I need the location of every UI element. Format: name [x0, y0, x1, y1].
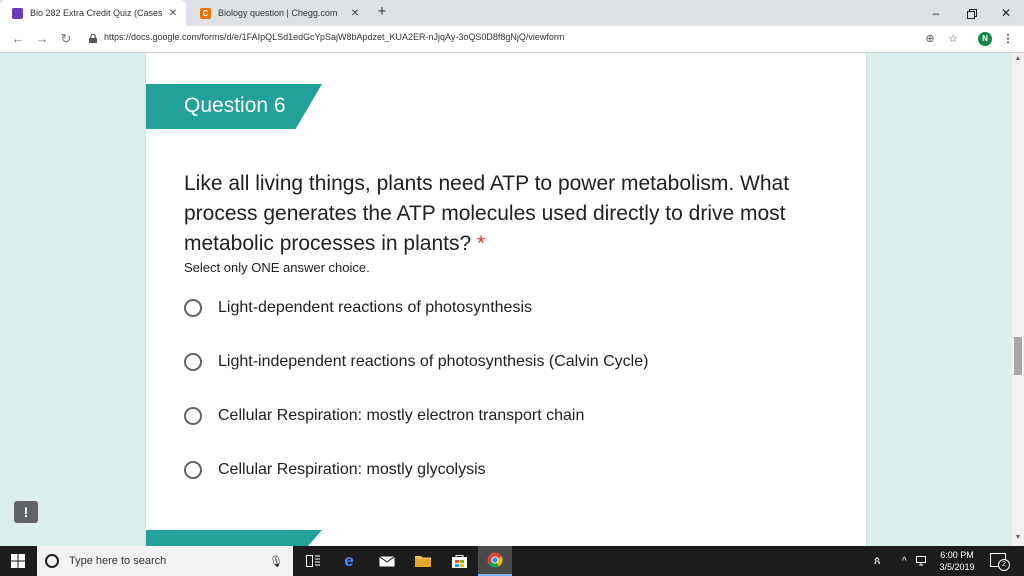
browser-toolbar: ← → ↻ https://docs.google.com/forms/d/e/…	[0, 26, 1024, 53]
radio-button[interactable]	[184, 407, 202, 425]
tab-strip: Bio 282 Extra Credit Quiz (Cases ✕ C Bio…	[0, 0, 1024, 26]
close-tab-icon[interactable]: ✕	[166, 8, 180, 19]
bookmark-star-icon[interactable]: ☆	[945, 31, 961, 47]
restore-icon	[967, 8, 977, 19]
store-icon	[451, 555, 467, 568]
show-hidden-icons-icon[interactable]: ^	[902, 546, 907, 576]
forward-button[interactable]: →	[34, 31, 50, 47]
radio-button[interactable]	[184, 353, 202, 371]
system-clock[interactable]: 6:00 PM 3/5/2019	[926, 549, 988, 573]
address-bar[interactable]: https://docs.google.com/forms/d/e/1FAIpQ…	[104, 32, 564, 42]
back-button[interactable]: ←	[10, 31, 26, 47]
restore-button[interactable]	[954, 0, 990, 26]
minimize-button[interactable]: –	[918, 0, 954, 26]
taskbar: Type here to search 🎙 e ጰ ^ 6:00 PM 3/5/…	[0, 546, 1024, 576]
question-body: Like all living things, plants need ATP …	[184, 172, 790, 255]
option-light-independent[interactable]: Light-independent reactions of photosynt…	[184, 350, 648, 374]
mail-button[interactable]	[370, 546, 404, 576]
page-viewport: Question 6 Like all living things, plant…	[0, 53, 1012, 546]
option-light-dependent[interactable]: Light-dependent reactions of photosynthe…	[184, 296, 532, 320]
start-button[interactable]	[0, 546, 36, 576]
cortana-icon	[45, 554, 59, 568]
option-label: Cellular Respiration: mostly glycolysis	[218, 461, 486, 478]
menu-icon[interactable]: ⋮	[1000, 31, 1016, 47]
chrome-icon	[487, 552, 503, 568]
option-label: Light-independent reactions of photosynt…	[218, 353, 649, 370]
scroll-down-arrow-icon[interactable]: ▼	[1012, 534, 1024, 544]
question-text: Like all living things, plants need ATP …	[184, 169, 824, 259]
edge-button[interactable]: e	[332, 546, 366, 576]
close-tab-icon[interactable]: ✕	[348, 8, 362, 19]
search-placeholder: Type here to search	[69, 555, 167, 567]
clock-time: 6:00 PM	[940, 550, 974, 560]
radio-button[interactable]	[184, 461, 202, 479]
lock-icon	[89, 34, 97, 43]
zoom-icon[interactable]: ⊕	[922, 31, 938, 47]
feedback-button[interactable]: !	[14, 501, 38, 523]
tab-title: Bio 282 Extra Credit Quiz (Cases	[30, 8, 163, 18]
reload-button[interactable]: ↻	[58, 31, 74, 47]
required-marker: *	[477, 232, 486, 255]
notification-count: 2	[998, 559, 1010, 571]
windows-icon	[11, 554, 25, 568]
folder-icon	[415, 556, 431, 567]
people-icon[interactable]: ጰ	[874, 546, 881, 576]
chegg-icon: C	[200, 7, 211, 19]
tab-quiz[interactable]: Bio 282 Extra Credit Quiz (Cases ✕	[0, 0, 186, 26]
profile-avatar[interactable]: N	[978, 32, 992, 46]
task-view-icon	[306, 555, 320, 567]
clock-date: 3/5/2019	[939, 562, 975, 572]
tab-title: Biology question | Chegg.com	[218, 8, 338, 18]
option-glycolysis[interactable]: Cellular Respiration: mostly glycolysis	[184, 458, 486, 482]
taskbar-search-box[interactable]: Type here to search 🎙	[37, 546, 293, 576]
help-text: Select only ONE answer choice.	[184, 260, 370, 275]
chrome-button[interactable]	[478, 546, 512, 576]
option-label: Cellular Respiration: mostly electron tr…	[218, 407, 585, 424]
microphone-icon[interactable]: 🎙	[269, 555, 283, 568]
scroll-up-arrow-icon[interactable]: ▲	[1012, 55, 1024, 65]
mail-icon	[379, 555, 395, 566]
next-question-banner	[146, 530, 322, 546]
scrollbar[interactable]: ▲ ▼	[1012, 53, 1024, 546]
question-header: Question 6	[184, 94, 286, 117]
question-header-banner: Question 6	[146, 84, 322, 129]
question-card: Question 6 Like all living things, plant…	[146, 53, 866, 546]
new-tab-button[interactable]: +	[374, 4, 390, 20]
radio-button[interactable]	[184, 299, 202, 317]
close-window-button[interactable]: ✕	[988, 0, 1024, 26]
google-forms-icon	[12, 7, 23, 19]
scrollbar-thumb[interactable]	[1014, 337, 1022, 375]
file-explorer-button[interactable]	[406, 546, 440, 576]
tab-chegg[interactable]: C Biology question | Chegg.com ✕	[188, 0, 368, 26]
task-view-button[interactable]	[296, 546, 330, 576]
action-center-icon[interactable]: 2	[990, 553, 1010, 571]
option-electron-transport[interactable]: Cellular Respiration: mostly electron tr…	[184, 404, 584, 428]
option-label: Light-dependent reactions of photosynthe…	[218, 299, 532, 316]
store-button[interactable]	[442, 546, 476, 576]
